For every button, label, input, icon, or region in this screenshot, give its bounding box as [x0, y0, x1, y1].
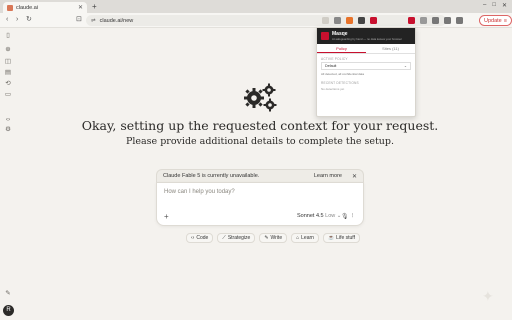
extension-icon[interactable] — [358, 17, 365, 24]
sidebar-toggle-icon[interactable]: ▯ — [4, 32, 12, 40]
chart-icon: ⟋ — [222, 235, 226, 241]
pen-icon: ✎ — [264, 235, 269, 241]
update-button[interactable]: Update ≡ — [479, 15, 512, 26]
message-input[interactable]: How can I help you today? — [164, 189, 235, 195]
minimize-icon[interactable]: – — [483, 2, 486, 9]
download-icon[interactable] — [444, 17, 451, 24]
reload-icon[interactable]: ↻ — [26, 16, 32, 24]
cup-icon: ☕ — [327, 235, 335, 241]
popup-subtitle: AI-safeguarding by hand — no data leaves… — [332, 37, 402, 41]
url-text: claude.ai/new — [99, 17, 134, 24]
feedback-icon[interactable]: ✎ — [4, 290, 12, 298]
back-icon[interactable]: ‹ — [6, 16, 8, 24]
tab-strip: claude.ai ✕ + – □ ✕ — [0, 0, 512, 13]
sidebar-toggle-icon[interactable] — [432, 17, 439, 24]
extension-popup: Masqe AI-safeguarding by hand — no data … — [316, 27, 416, 117]
site-info-icon[interactable]: ⇌ — [91, 18, 96, 24]
model-selector[interactable]: Sonnet 4.5 Low ⌄ — [297, 213, 341, 219]
popup-header: Masqe AI-safeguarding by hand — no data … — [317, 28, 415, 44]
cap-icon: ⌂ — [296, 235, 300, 241]
model-mode: Low — [325, 213, 336, 219]
add-attachment-button[interactable]: + — [164, 213, 169, 221]
close-icon[interactable]: ✕ — [78, 5, 83, 11]
tab-policy[interactable]: Policy — [317, 44, 366, 53]
chip-code[interactable]: ‹› Code — [186, 233, 214, 243]
prompt-chips: ‹› Code ⟋ Strategize ✎ Write ⌂ Learn ☕ Life s… — [186, 233, 360, 243]
sidebar: ▯ ⊕ ◫ ▤ ⟲ ▭ ‹› ⚙ ✎ R — [0, 28, 18, 320]
recent-detections-label: RECENT DETECTIONS — [321, 81, 359, 85]
page-subtitle: Please provide additional details to com… — [125, 136, 395, 147]
model-name: Sonnet 4.5 — [297, 213, 324, 219]
chip-learn[interactable]: ⌂ Learn — [291, 233, 319, 243]
settings-icon[interactable]: ⚙ — [4, 126, 12, 134]
extension-icon[interactable] — [322, 17, 329, 24]
projects-icon[interactable]: ▤ — [4, 69, 12, 77]
share-icon[interactable] — [334, 17, 341, 24]
chevron-down-icon: ⌄ — [403, 64, 407, 68]
gears-icon — [244, 83, 277, 112]
code-icon: ‹› — [191, 235, 195, 241]
policy-select[interactable]: Default ⌄ — [321, 62, 411, 70]
forward-icon[interactable]: › — [16, 16, 18, 24]
extension-icon[interactable] — [420, 17, 427, 24]
popup-tabs: Policy Sites (11) — [317, 44, 415, 54]
extension-icons-right — [408, 17, 463, 24]
close-icon[interactable]: ✕ — [352, 173, 357, 180]
sparkle-icon: ✦ — [482, 288, 494, 304]
chip-strategize[interactable]: ⟋ Strategize — [217, 233, 256, 243]
chats-icon[interactable]: ◫ — [4, 58, 12, 66]
folder-icon[interactable]: ▭ — [4, 91, 12, 99]
menu-icon: ≡ — [503, 17, 507, 24]
extension-icons — [322, 17, 377, 24]
policy-value: Default — [325, 64, 337, 68]
warning-icon[interactable] — [370, 17, 377, 24]
address-bar[interactable]: ⇌ claude.ai/new — [86, 15, 446, 26]
masqe-logo-icon — [321, 32, 329, 40]
bookmark-icon[interactable]: ⊡ — [76, 16, 82, 24]
browser-tab[interactable]: claude.ai ✕ — [3, 2, 87, 13]
page-title: Okay, setting up the requested context f… — [81, 118, 439, 133]
chip-write[interactable]: ✎ Write — [259, 233, 288, 243]
masqe-extension-icon[interactable] — [408, 17, 415, 24]
new-tab-icon[interactable]: + — [92, 2, 97, 11]
close-window-icon[interactable]: ✕ — [502, 2, 507, 9]
tab-sites[interactable]: Sites (11) — [366, 44, 415, 53]
active-policy-label: ACTIVE POLICY — [321, 57, 348, 61]
avatar[interactable]: R — [3, 305, 14, 316]
message-composer: How can I help you today? + Sonnet 4.5 L… — [156, 182, 364, 226]
chip-life-stuff[interactable]: ☕ Life stuff — [322, 233, 360, 243]
recent-detections-empty: No detections yet — [321, 87, 345, 91]
code-icon[interactable]: ‹› — [4, 116, 12, 124]
window-controls: – □ ✕ — [483, 2, 507, 9]
maximize-icon[interactable]: □ — [492, 2, 496, 9]
notice-text: Claude Fable 5 is currently unavailable. — [163, 173, 260, 179]
artifacts-icon[interactable]: ⟲ — [4, 80, 12, 88]
claude-favicon-icon — [7, 4, 13, 11]
voice-mode-icon[interactable]: ⦙ — [352, 213, 360, 221]
learn-more-link[interactable]: Learn more — [314, 173, 342, 179]
policy-note: All detected, all confidential data — [321, 72, 365, 76]
profile-icon[interactable] — [456, 17, 463, 24]
brave-shield-icon[interactable] — [346, 17, 353, 24]
model-unavailable-notice: Claude Fable 5 is currently unavailable.… — [156, 169, 364, 182]
tab-title: claude.ai — [16, 4, 39, 11]
microphone-icon[interactable]: 🎙 — [341, 213, 349, 220]
new-chat-icon[interactable]: ⊕ — [4, 46, 12, 54]
